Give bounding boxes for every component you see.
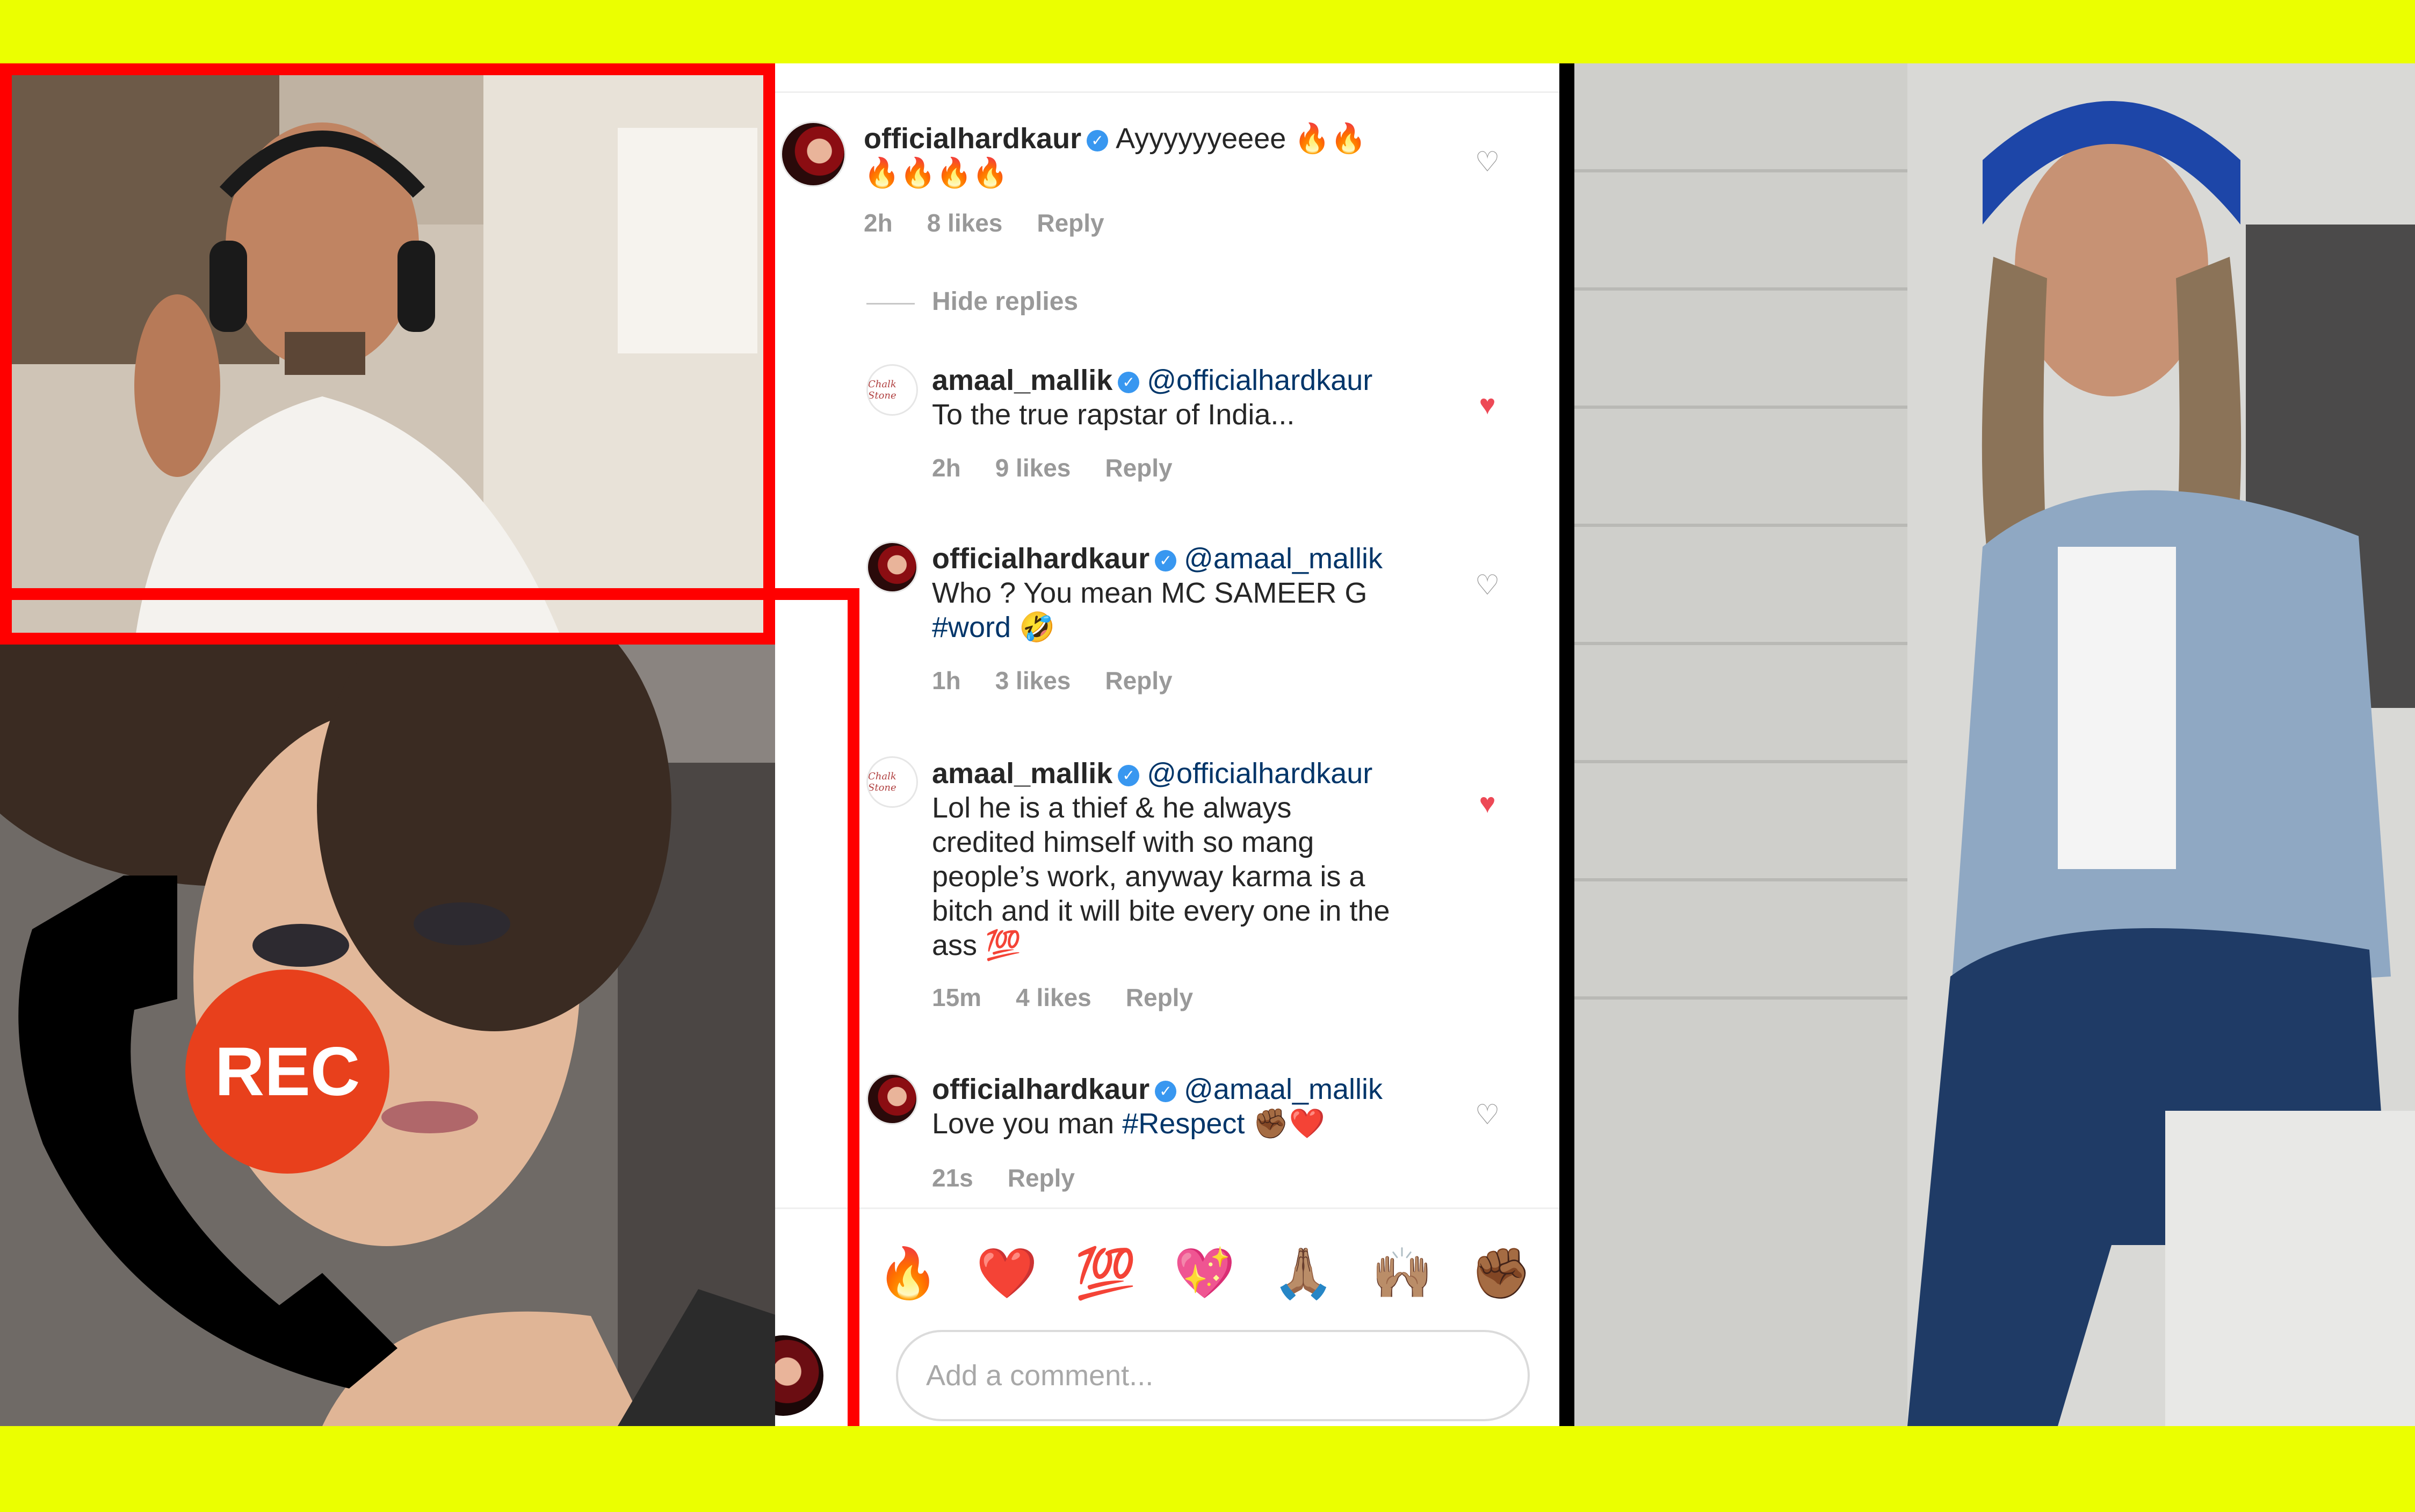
comment-text: Ayyyyyyeeee 🔥🔥 — [1116, 122, 1366, 155]
comment-username[interactable]: officialhardkaur — [864, 122, 1081, 155]
reply-button[interactable]: Reply — [1105, 454, 1172, 482]
comment-mention[interactable]: @officialhardkaur — [1147, 757, 1372, 790]
comment-text: people’s work, anyway karma is a — [932, 860, 1365, 893]
comment-time: 2h — [932, 454, 961, 482]
comment-hashtag[interactable]: #Respect — [1122, 1108, 1245, 1140]
comment-3-meta: 1h 3 likes Reply — [932, 666, 1207, 695]
comment-mention[interactable]: @amaal_mallik — [1184, 542, 1383, 575]
comment-username[interactable]: amaal_mallik — [932, 757, 1112, 790]
comment-4-meta: 15m 4 likes Reply — [932, 983, 1227, 1012]
comment-5-meta: 21s Reply — [932, 1163, 1109, 1192]
comment-mention[interactable]: @amaal_mallik — [1184, 1073, 1383, 1105]
heart-outline-icon[interactable]: ♡ — [1473, 571, 1501, 599]
comment-text: 🔥🔥🔥🔥 — [864, 157, 1008, 189]
verified-badge-icon: ✓ — [1118, 371, 1140, 393]
comment-4-body: amaal_mallik ✓ @officialhardkaur Lol he is… — [932, 756, 1491, 963]
thread-top-divider — [775, 91, 1565, 93]
reply-button[interactable]: Reply — [1105, 667, 1172, 694]
reply-button[interactable]: Reply — [1008, 1164, 1075, 1192]
avatar-amaal-mallik[interactable]: Chalk Stone — [866, 756, 918, 808]
heart-outline-icon[interactable]: ♡ — [1473, 1101, 1501, 1129]
comment-time: 2h — [864, 209, 893, 237]
heart-outline-icon[interactable]: ♡ — [1473, 148, 1501, 176]
comment-username[interactable]: amaal_mallik — [932, 364, 1112, 396]
comment-likes[interactable]: 4 likes — [1016, 983, 1091, 1011]
comment-thread: officialhardkaur ✓ Ayyyyyyeeee 🔥🔥 🔥🔥🔥🔥 2h 8… — [775, 63, 1565, 1426]
comment-text: Lol he is a thief & he always — [932, 792, 1292, 824]
bottom-banner — [0, 1426, 2415, 1512]
comment-text: Who ? You mean MC SAMEER G — [932, 577, 1368, 609]
emoji-raised-fist[interactable]: ✊🏾 — [1470, 1247, 1532, 1300]
comment-5-body: officialhardkaur ✓ @amaal_mallik Love you … — [932, 1072, 1469, 1141]
comment-text: credited himself with so mang — [932, 826, 1314, 858]
reply-button[interactable]: Reply — [1037, 209, 1104, 237]
hide-replies-button[interactable]: Hide replies — [932, 287, 1078, 316]
comment-likes[interactable]: 9 likes — [995, 454, 1071, 482]
comment-emoji: ✊🏾❤️ — [1253, 1108, 1325, 1140]
emoji-folded-hands[interactable]: 🙏🏽 — [1272, 1247, 1334, 1300]
panel-divider — [1559, 63, 1574, 1426]
comment-3-body: officialhardkaur ✓ @amaal_mallik Who ? You… — [932, 541, 1469, 645]
comment-2-meta: 2h 9 likes Reply — [932, 453, 1207, 482]
avatar-officialhardkaur[interactable] — [866, 541, 918, 593]
comment-emoji: 🤣 — [1019, 611, 1055, 643]
rec-badge: REC — [185, 970, 389, 1174]
comment-2-body: amaal_mallik ✓ @officialhardkaur To the tr… — [932, 363, 1469, 432]
verified-badge-icon: ✓ — [1118, 764, 1140, 786]
comment-text: bitch and it will bite every one in the — [932, 895, 1390, 927]
photo-man-headphones — [0, 63, 775, 645]
emoji-heart[interactable]: ❤️ — [976, 1247, 1038, 1300]
avatar-officialhardkaur[interactable] — [866, 1073, 918, 1125]
verified-badge-icon: ✓ — [1087, 129, 1109, 151]
heart-filled-icon[interactable]: ♥ — [1473, 391, 1501, 419]
rec-label: REC — [214, 1033, 360, 1110]
emoji-hundred[interactable]: 💯 — [1075, 1247, 1137, 1300]
comment-text: Love you man — [932, 1108, 1115, 1140]
comment-1-meta: 2h 8 likes Reply — [864, 208, 1139, 237]
comment-time: 21s — [932, 1164, 973, 1192]
emoji-sparkling-heart[interactable]: 💖 — [1174, 1247, 1235, 1300]
heart-filled-icon[interactable]: ♥ — [1473, 790, 1501, 818]
comment-text: To the true rapstar of India... — [932, 399, 1295, 431]
comment-time: 1h — [932, 667, 961, 694]
avatar-officialhardkaur[interactable] — [780, 121, 846, 187]
verified-badge-icon: ✓ — [1155, 549, 1177, 571]
photo-woman-denim-jacket — [1574, 63, 2415, 1426]
avatar-amaal-mallik[interactable]: Chalk Stone — [866, 364, 918, 416]
verified-badge-icon: ✓ — [1155, 1080, 1177, 1102]
emoji-raised-hands[interactable]: 🙌🏽 — [1371, 1247, 1433, 1300]
reply-button[interactable]: Reply — [1126, 983, 1193, 1011]
comment-likes[interactable]: 8 likes — [927, 209, 1003, 237]
comment-likes[interactable]: 3 likes — [995, 667, 1071, 694]
comment-mention[interactable]: @officialhardkaur — [1147, 364, 1372, 396]
add-comment-input[interactable]: Add a comment... — [896, 1330, 1530, 1421]
comment-hashtag[interactable]: #word — [932, 611, 1011, 643]
top-banner — [0, 0, 2415, 63]
comment-text: ass 💯 — [932, 929, 1022, 961]
emoji-reaction-bar: 🔥 ❤️ 💯 💖 🙏🏽 🙌🏽 ✊🏾 — [775, 1207, 1565, 1349]
emoji-fire[interactable]: 🔥 — [877, 1247, 939, 1300]
comment-username[interactable]: officialhardkaur — [932, 1073, 1149, 1105]
avatar-logo-text: Chalk Stone — [868, 771, 896, 793]
comment-1-body: officialhardkaur ✓ Ayyyyyyeeee 🔥🔥 🔥🔥🔥🔥 — [864, 121, 1487, 190]
hide-replies-line — [866, 303, 915, 305]
comment-time: 15m — [932, 983, 982, 1011]
comment-username[interactable]: officialhardkaur — [932, 542, 1149, 575]
avatar-logo-text: Chalk Stone — [868, 379, 896, 401]
